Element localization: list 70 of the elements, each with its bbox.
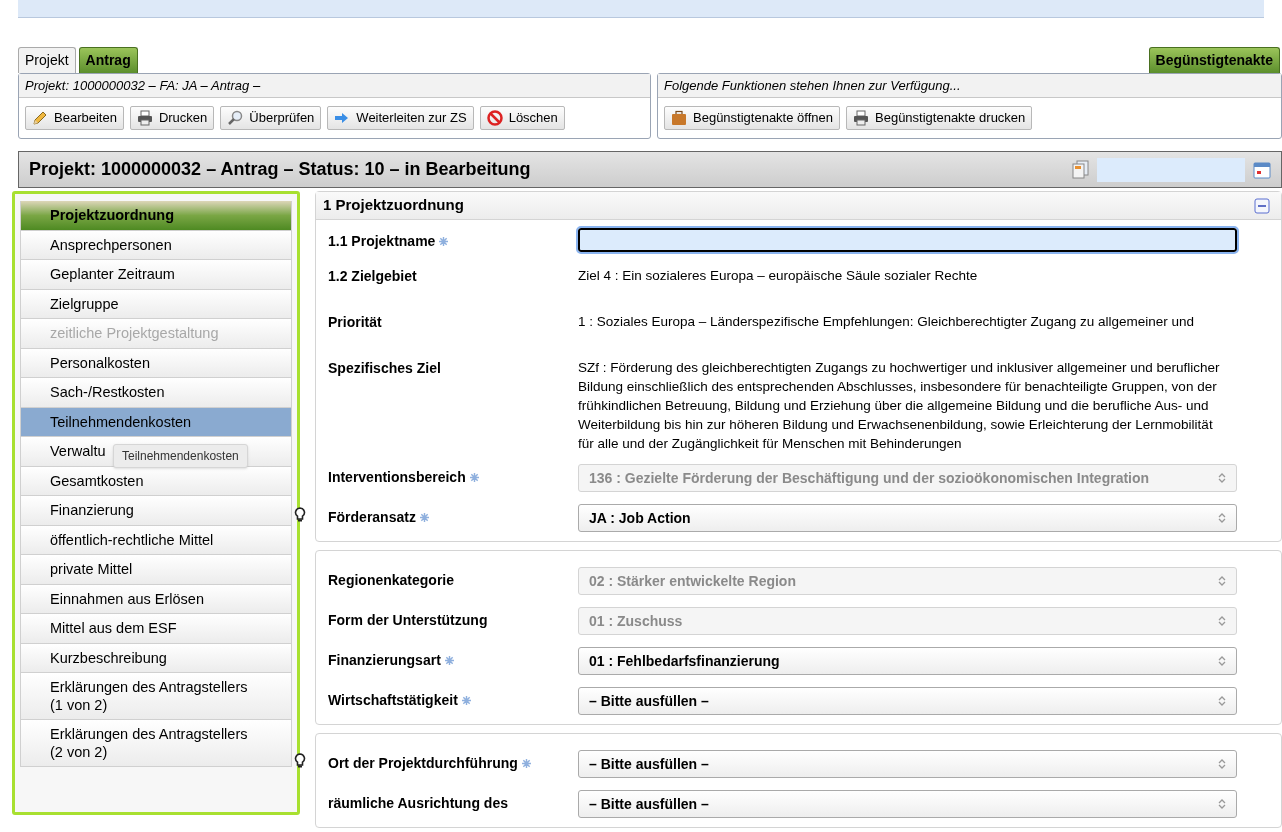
field-label: Ort der Projektdurchführung bbox=[328, 754, 518, 773]
toolbar-button[interactable]: Löschen bbox=[479, 106, 565, 130]
field-label: Form der Unterstützung bbox=[328, 611, 488, 630]
nav-item[interactable]: Einnahmen aus Erlösen bbox=[20, 584, 292, 614]
field-label: Finanzierungsart bbox=[328, 651, 441, 670]
document-icon bbox=[1072, 160, 1089, 179]
forbidden-icon bbox=[486, 110, 503, 126]
pencil-icon bbox=[32, 110, 48, 126]
tab[interactable]: Antrag bbox=[78, 47, 138, 73]
printer-icon bbox=[853, 110, 869, 126]
updown-chevron-icon bbox=[1218, 473, 1226, 483]
field-label: Spezifisches Ziel bbox=[328, 359, 441, 378]
nav-item[interactable]: Finanzierung bbox=[20, 496, 292, 526]
nav-item[interactable]: Zielgruppe bbox=[20, 289, 292, 319]
nav-item[interactable]: öffentlich-rechtliche Mittel bbox=[20, 525, 292, 555]
tab[interactable]: Begünstigtenakte bbox=[1148, 47, 1280, 73]
updown-chevron-icon bbox=[1218, 799, 1226, 809]
select-field[interactable]: 01 : Fehlbedarfsfinanzierung bbox=[578, 647, 1237, 675]
tooltip: Teilnehmendenkosten bbox=[113, 444, 248, 468]
field-label: 1.1 Projektname bbox=[328, 232, 436, 251]
field-label: Interventionsbereich bbox=[328, 468, 466, 487]
toolbar-button[interactable]: Überprüfen bbox=[220, 106, 322, 130]
toolbar-button[interactable]: Bearbeiten bbox=[25, 106, 124, 130]
nav-item[interactable]: Geplanter Zeitraum bbox=[20, 260, 292, 290]
printer-icon bbox=[136, 110, 153, 126]
nav-item[interactable]: Gesamtkosten bbox=[20, 466, 292, 496]
search-icon bbox=[227, 110, 244, 126]
toolbar-button[interactable]: Begünstigtenakte öffnen bbox=[664, 106, 840, 130]
field-value: SZf : Förderung des gleichberechtigten Zugangs zu hochwertiger und inklusiver allgemeiner und beruflicher Bildung einschließlich des entsprechenden Abschlusses, insbesondere für benachteiligte Gruppen, von der frühkindlichen Betreuung, Bildung und Erziehung über die allgemeine Bildung und die berufliche Aus- und Weiterbildung bis hin zur höheren Bildung und Erwachsenenbildung, sowie Erleichterung der Lernmobilität für alle und der Zugänglichkeit für Menschen mit Behinderungen bbox=[578, 359, 1221, 453]
select-field[interactable]: – Bitte ausfüllen – bbox=[578, 790, 1237, 818]
updown-chevron-icon bbox=[1218, 576, 1226, 586]
date-field[interactable] bbox=[1097, 157, 1245, 182]
toolbar-button[interactable]: Weiterleiten zur ZS bbox=[327, 106, 474, 130]
nav-item[interactable]: Erklärungen des Antragstellers (2 von 2) bbox=[20, 720, 292, 767]
nav-item[interactable]: Projektzuordnung bbox=[20, 201, 292, 231]
briefcase-icon bbox=[671, 110, 687, 126]
nav-item[interactable]: Teilnehmendenkosten bbox=[20, 407, 292, 437]
panel-title: Folgende Funktionen stehen Ihnen zur Verfügung... bbox=[658, 74, 1281, 98]
updown-chevron-icon bbox=[1218, 513, 1226, 523]
text-field[interactable] bbox=[578, 228, 1237, 252]
updown-chevron-icon bbox=[1218, 696, 1226, 706]
toolbar-button[interactable]: Begünstigtenakte drucken bbox=[846, 106, 1033, 130]
field-value: Ziel 4 : Ein sozialeres Europa – europäische Säule sozialer Rechte bbox=[578, 267, 979, 285]
nav-item[interactable]: Mittel aus dem ESF bbox=[20, 614, 292, 644]
updown-chevron-icon bbox=[1218, 656, 1226, 666]
panel-title: Projekt: 1000000032 – FA: JA – Antrag – bbox=[19, 74, 650, 98]
nav-item[interactable]: Ansprechpersonen bbox=[20, 230, 292, 260]
field-label: Wirtschaftstätigkeit bbox=[328, 691, 458, 710]
nav-item[interactable]: Kurzbeschreibung bbox=[20, 643, 292, 673]
nav-item[interactable]: Sach-/Restkosten bbox=[20, 378, 292, 408]
select-field[interactable]: – Bitte ausfüllen – bbox=[578, 750, 1237, 778]
select-field[interactable]: JA : Job Action bbox=[578, 504, 1237, 532]
toolbar-button[interactable]: Drucken bbox=[129, 106, 215, 130]
updown-chevron-icon bbox=[1218, 759, 1226, 769]
field-label: Priorität bbox=[328, 313, 382, 332]
collapse-icon[interactable] bbox=[1254, 197, 1270, 214]
select-field[interactable]: – Bitte ausfüllen – bbox=[578, 687, 1237, 715]
nav-item[interactable]: Erklärungen des Antragstellers (1 von 2) bbox=[20, 673, 292, 720]
nav-item[interactable]: private Mittel bbox=[20, 555, 292, 585]
field-label: 1.2 Zielgebiet bbox=[328, 267, 417, 286]
nav-item[interactable]: Personalkosten bbox=[20, 348, 292, 378]
calendar-icon bbox=[1253, 160, 1271, 179]
field-value: 1 : Soziales Europa – Länderspezifische Empfehlungen: Gleichberechtigter Zugang zu allgemeiner und bbox=[578, 313, 1196, 331]
section-title: 1 Projektzuordnung bbox=[323, 195, 464, 216]
page-title: Projekt: 1000000032 – Antrag – Status: 10 – in Bearbeitung bbox=[29, 158, 532, 181]
field-label: Regionenkategorie bbox=[328, 571, 455, 590]
updown-chevron-icon bbox=[1218, 616, 1226, 626]
field-label: Förderansatz bbox=[328, 508, 416, 527]
tab[interactable]: Projekt bbox=[18, 47, 76, 73]
field-label: räumliche Ausrichtung des bbox=[328, 794, 508, 813]
